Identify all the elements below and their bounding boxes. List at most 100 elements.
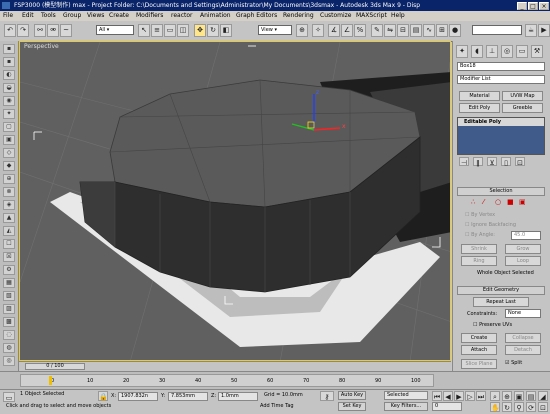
x-coordinate-field[interactable]: 1907.832n xyxy=(118,392,158,401)
menu-graph-editors[interactable]: Graph Editors xyxy=(236,12,277,19)
tool-icon-25[interactable]: ◎ xyxy=(3,356,15,366)
unlink-icon[interactable]: ⚮ xyxy=(47,24,59,37)
motion-tab-icon[interactable]: ◎ xyxy=(501,45,513,58)
previous-frame-icon[interactable]: ◀ xyxy=(443,391,453,401)
rectangular-selection-icon[interactable]: ▭ xyxy=(164,24,176,37)
tool-icon-3[interactable]: ◐ xyxy=(3,70,15,80)
window-crossing-icon[interactable]: ◫ xyxy=(177,24,189,37)
menu-reactor[interactable]: reactor xyxy=(171,12,193,19)
menu-rendering[interactable]: Rendering xyxy=(283,12,314,19)
tool-icon-8[interactable]: ▣ xyxy=(3,135,15,145)
edit-poly-button[interactable]: Edit Poly xyxy=(459,103,500,113)
by-angle-field[interactable]: 45.0 xyxy=(511,231,541,240)
collapse-button[interactable]: Collapse xyxy=(505,333,541,343)
schematic-view-icon[interactable]: ⊞ xyxy=(436,24,448,37)
modifier-list-dropdown[interactable]: Modifier List xyxy=(457,75,545,84)
curve-editor-icon[interactable]: ∿ xyxy=(423,24,435,37)
set-key-button[interactable]: Set Key xyxy=(338,402,366,411)
maxscript-listener-icon[interactable]: ▭ xyxy=(3,392,15,402)
field-of-view-icon[interactable]: ◢ xyxy=(538,391,548,401)
use-pivot-center-icon[interactable]: ⊕ xyxy=(296,24,308,37)
create-button[interactable]: Create xyxy=(461,333,497,343)
zoom-extents-icon[interactable]: ▣ xyxy=(514,391,524,401)
y-coordinate-field[interactable]: 7.853mm xyxy=(168,392,208,401)
pan-icon[interactable]: ✋ xyxy=(490,402,500,412)
minimize-button[interactable]: _ xyxy=(517,2,527,10)
add-time-tag[interactable]: Add Time Tag xyxy=(258,403,314,412)
track-ruler[interactable]: 0 10 20 30 40 50 60 70 80 90 100 xyxy=(20,374,434,387)
object-name-field[interactable]: Box18 xyxy=(457,62,545,71)
align-icon[interactable]: ⊟ xyxy=(397,24,409,37)
menu-file[interactable]: File xyxy=(3,12,13,19)
hierarchy-tab-icon[interactable]: ⊥ xyxy=(486,45,498,58)
zoom-icon[interactable]: ⌕ xyxy=(490,391,500,401)
tool-icon-14[interactable]: ▲ xyxy=(3,213,15,223)
zoom-all-icon[interactable]: ⊕ xyxy=(502,391,512,401)
material-editor-icon[interactable]: ● xyxy=(449,24,461,37)
uvw-map-button[interactable]: UVW Map xyxy=(502,91,543,101)
tool-icon-22[interactable]: ▩ xyxy=(3,317,15,327)
reference-coordinate-dropdown[interactable]: View ▾ xyxy=(258,25,292,35)
snaps-toggle-icon[interactable]: ∡ xyxy=(328,24,340,37)
select-and-manipulate-icon[interactable]: ✧ xyxy=(312,24,324,37)
menu-animation[interactable]: Animation xyxy=(200,12,231,19)
maximize-button[interactable]: □ xyxy=(528,2,538,10)
next-frame-icon[interactable]: ▷ xyxy=(465,391,475,401)
material-button[interactable]: Material xyxy=(459,91,500,101)
track-bar[interactable]: 0 10 20 30 40 50 60 70 80 90 100 xyxy=(0,371,550,390)
z-coordinate-field[interactable]: 1.0mm xyxy=(218,392,258,401)
menu-customize[interactable]: Customize xyxy=(320,12,352,19)
create-tab-icon[interactable]: ✦ xyxy=(456,45,468,58)
preserve-uvs-checkbox[interactable]: ☐ Preserve UVs xyxy=(473,322,512,328)
utilities-tab-icon[interactable]: ⚒ xyxy=(531,45,543,58)
element-icon[interactable]: ▣ xyxy=(519,198,526,206)
tool-icon-16[interactable]: ☐ xyxy=(3,239,15,249)
ring-button[interactable]: Ring xyxy=(461,256,497,266)
select-and-scale-icon[interactable]: ◧ xyxy=(220,24,232,37)
select-object-icon[interactable]: ↖ xyxy=(138,24,150,37)
menu-maxscript[interactable]: MAXScript xyxy=(356,12,387,19)
menu-edit[interactable]: Edit xyxy=(22,12,34,19)
tool-icon-23[interactable]: ◌ xyxy=(3,330,15,340)
tool-icon-5[interactable]: ◉ xyxy=(3,96,15,106)
tool-icon-24[interactable]: ◍ xyxy=(3,343,15,353)
attach-button[interactable]: Attach xyxy=(461,345,497,355)
select-by-name-icon[interactable]: ≡ xyxy=(151,24,163,37)
tool-icon-15[interactable]: ◭ xyxy=(3,226,15,236)
menu-create[interactable]: Create xyxy=(109,12,129,19)
menu-views[interactable]: Views xyxy=(87,12,104,19)
bind-space-warp-icon[interactable]: ~ xyxy=(60,24,72,37)
tool-icon-17[interactable]: ☒ xyxy=(3,252,15,262)
repeat-last-button[interactable]: Repeat Last xyxy=(473,297,529,307)
tool-icon-6[interactable]: ✦ xyxy=(3,109,15,119)
tool-icon-1[interactable]: ▪ xyxy=(3,44,15,54)
tool-icon-19[interactable]: ▦ xyxy=(3,278,15,288)
split-checkbox[interactable]: ☑ Split xyxy=(505,360,522,366)
modify-tab-icon[interactable]: ◖ xyxy=(471,45,483,58)
select-and-rotate-icon[interactable]: ↻ xyxy=(207,24,219,37)
render-last-icon[interactable]: ▶ xyxy=(538,24,550,37)
shrink-button[interactable]: Shrink xyxy=(461,244,497,254)
selection-filter-dropdown[interactable]: All ▾ xyxy=(96,25,134,35)
menu-tools[interactable]: Tools xyxy=(41,12,56,19)
tool-icon-20[interactable]: ▧ xyxy=(3,291,15,301)
zoom-extents-all-icon[interactable]: ▤ xyxy=(526,391,536,401)
make-unique-icon[interactable]: ⊻ xyxy=(487,157,497,167)
show-end-result-icon[interactable]: ǁ xyxy=(473,157,483,167)
layer-manager-icon[interactable]: ▤ xyxy=(410,24,422,37)
key-filters-button[interactable]: Key Filters... xyxy=(384,402,428,411)
display-tab-icon[interactable]: ▭ xyxy=(516,45,528,58)
key-icon[interactable]: ⚷ xyxy=(320,391,334,401)
ignore-backfacing-checkbox[interactable]: ☐ Ignore Backfacing xyxy=(465,222,516,228)
current-frame-field[interactable]: 0 xyxy=(432,402,462,411)
greeble-button[interactable]: Greeble xyxy=(502,103,543,113)
angle-snap-icon[interactable]: ∠ xyxy=(341,24,353,37)
lock-selection-icon[interactable]: 🔒 xyxy=(98,391,108,401)
selection-rollout[interactable]: Selection xyxy=(457,187,545,196)
tool-icon-2[interactable]: ▪ xyxy=(3,57,15,67)
perspective-viewport[interactable]: Perspective x z xyxy=(19,41,451,361)
quick-render-icon[interactable]: ☕ xyxy=(525,24,537,37)
tool-icon-13[interactable]: ◈ xyxy=(3,200,15,210)
tool-icon-12[interactable]: ⊗ xyxy=(3,187,15,197)
close-button[interactable]: × xyxy=(539,2,549,10)
